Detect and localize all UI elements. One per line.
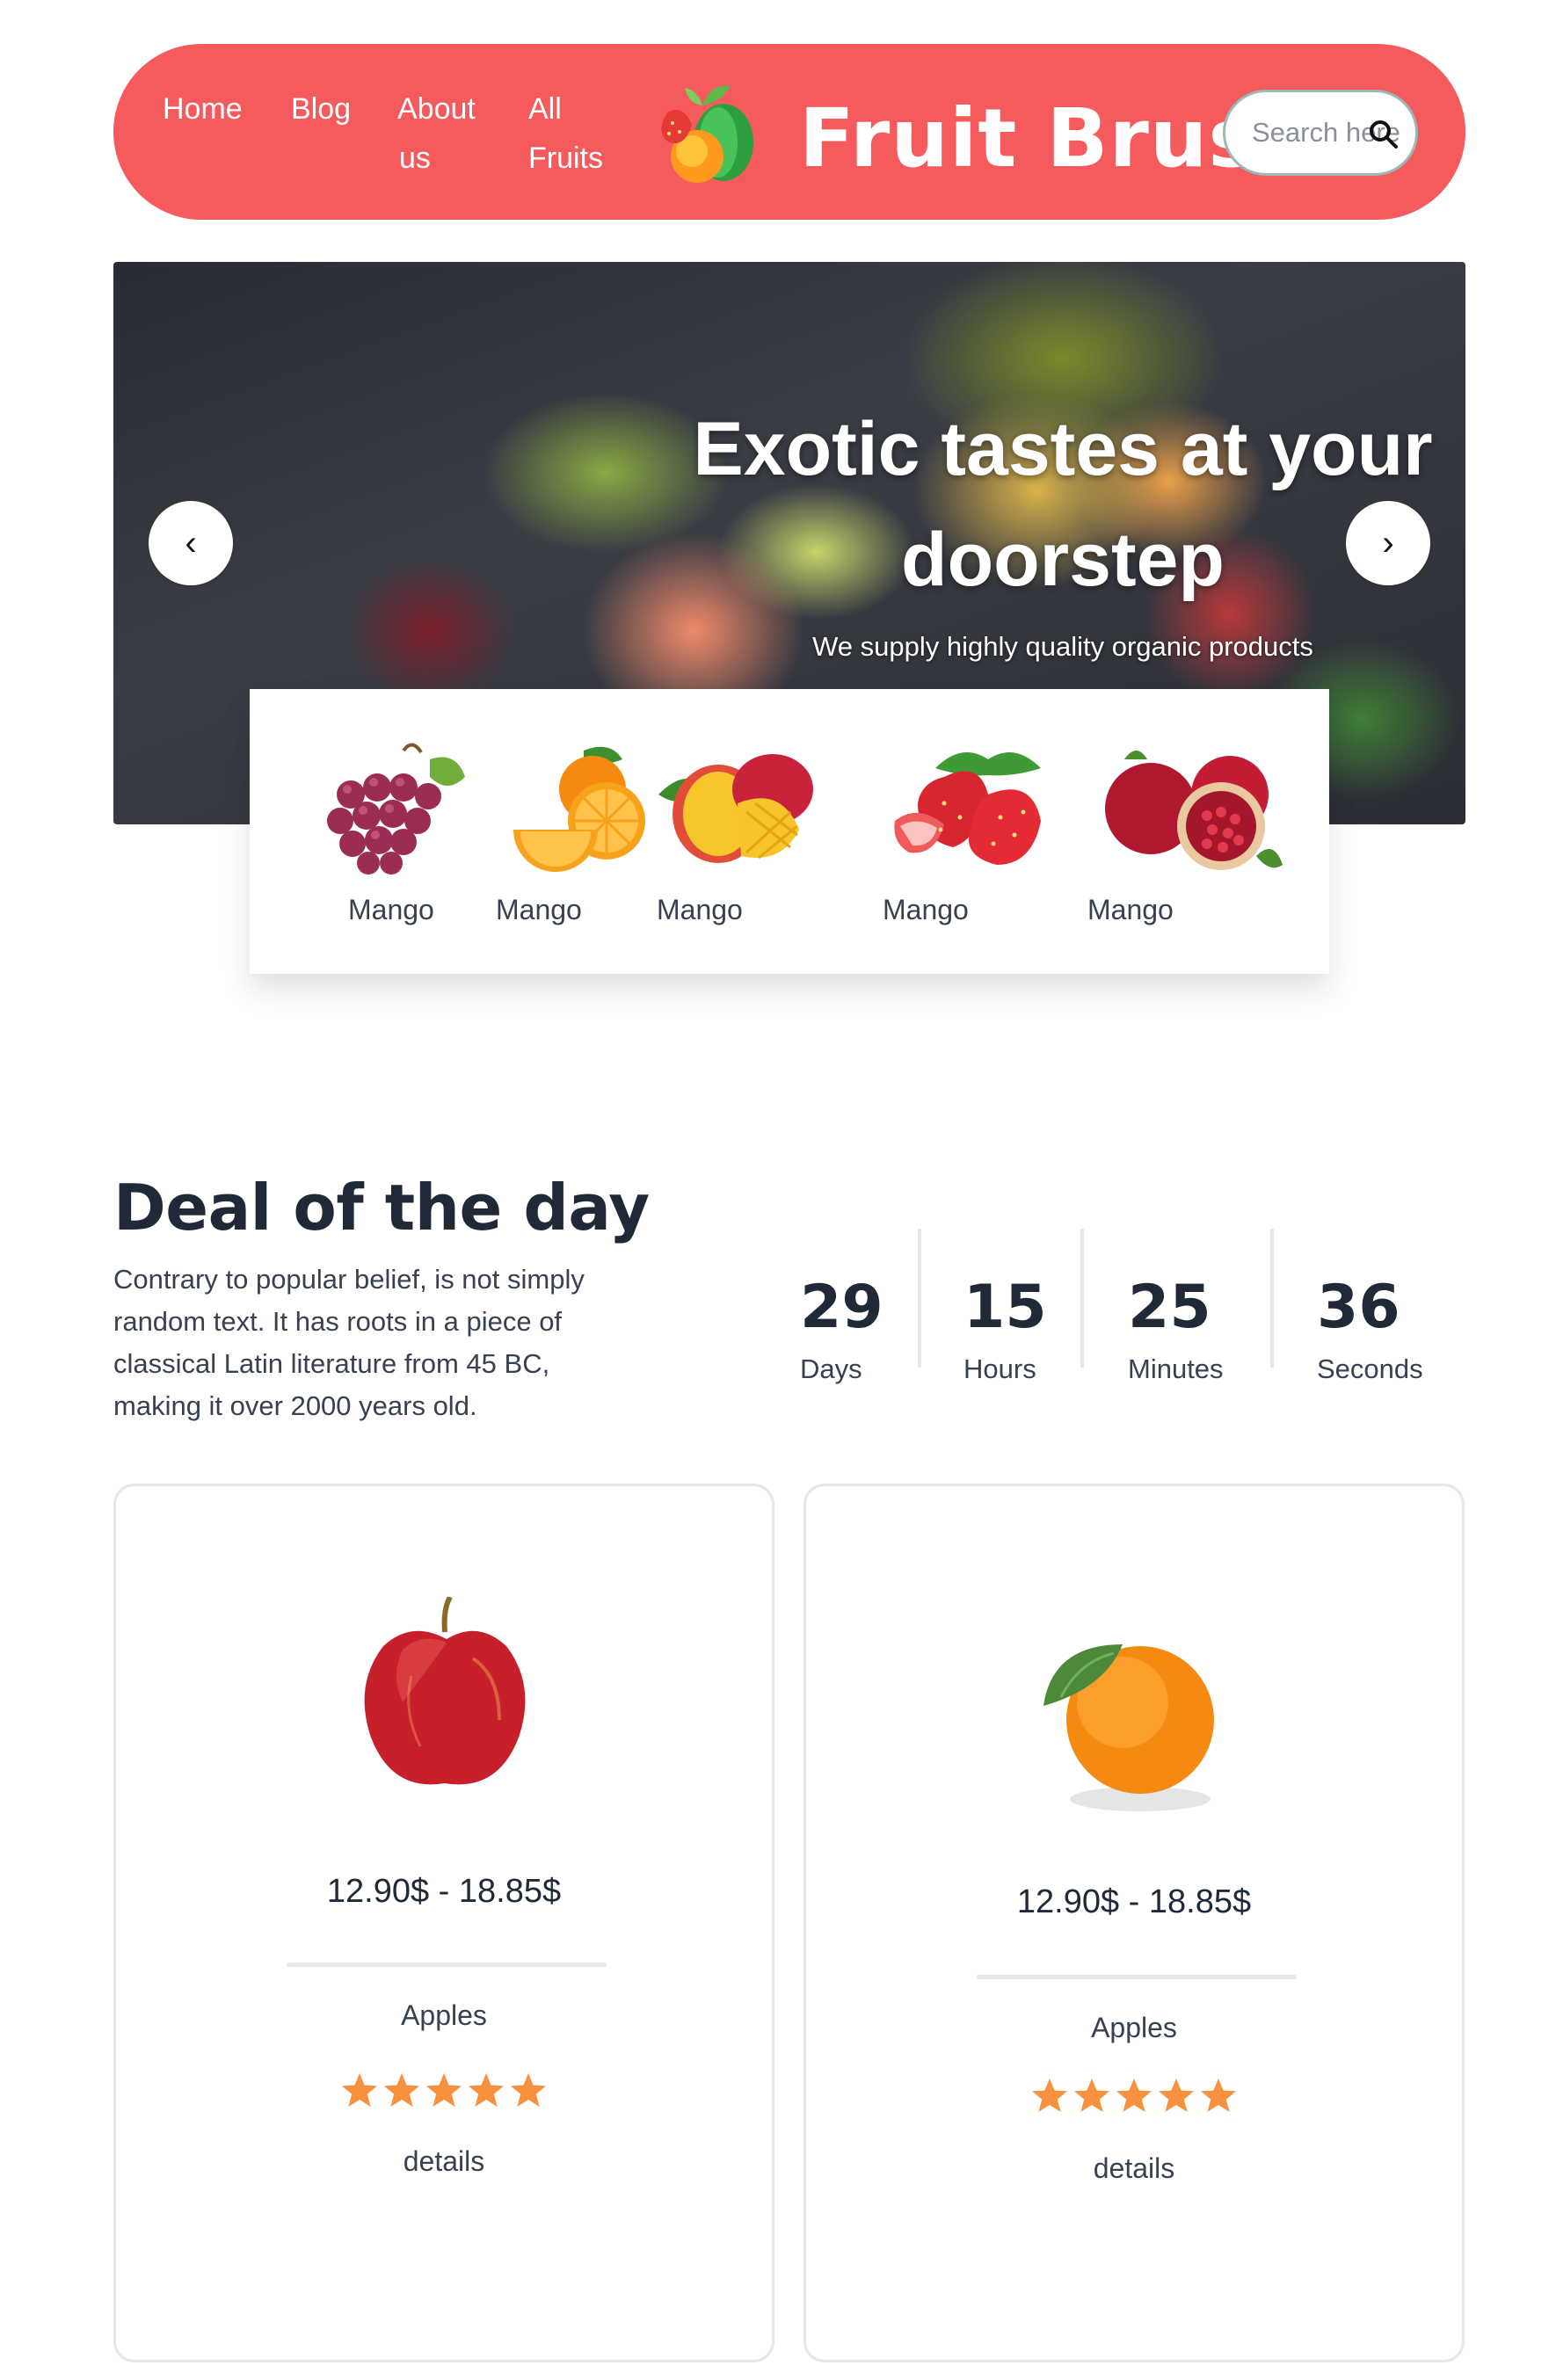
carousel-next-button[interactable]: ›	[1346, 501, 1430, 585]
fruit-logo-icon	[661, 85, 753, 183]
category-item[interactable]	[883, 733, 1058, 882]
deal-title: Deal of the day	[113, 1171, 650, 1244]
site-header: Home Blog About us All Fruits Fruit Brus…	[113, 44, 1465, 220]
category-label: Mango	[496, 894, 582, 925]
orange-icon	[1043, 1644, 1214, 1811]
hero-subtitle: We supply highly quality organic product…	[812, 631, 1313, 662]
nav-blog[interactable]: Blog	[291, 84, 351, 134]
countdown-unit: Seconds	[1317, 1353, 1423, 1384]
countdown-unit: Days	[800, 1353, 862, 1384]
price-divider	[287, 1963, 607, 1967]
hero-title-line2: doorstep	[901, 518, 1225, 602]
category-item[interactable]	[650, 733, 825, 882]
grapes-icon	[327, 743, 465, 874]
product-card[interactable]: 12.90$ - 18.85$ Apples details	[113, 1484, 774, 2362]
star-icon	[469, 2073, 504, 2107]
rating-stars	[116, 2072, 772, 2108]
brand-title: Fruit Brust	[799, 91, 1298, 185]
chevron-left-icon: ‹	[185, 523, 197, 562]
countdown-divider	[918, 1229, 921, 1368]
product-price: 12.90$ - 18.85$	[1016, 1883, 1252, 1920]
mango-icon	[658, 754, 813, 863]
countdown-unit: Hours	[963, 1353, 1036, 1384]
star-icon	[1116, 2079, 1152, 2112]
search-icon[interactable]	[1368, 119, 1400, 150]
countdown-value: 29	[800, 1273, 883, 1342]
star-icon	[1074, 2079, 1109, 2112]
countdown-divider	[1270, 1229, 1274, 1368]
product-name: Apples	[401, 1999, 487, 2031]
countdown-divider	[1080, 1229, 1084, 1368]
hero-title: Exotic tastes at your doorstep	[588, 394, 1465, 615]
search-box[interactable]	[1223, 90, 1418, 176]
category-label: Mango	[657, 894, 743, 925]
category-label: Mango	[1087, 894, 1174, 925]
star-icon	[384, 2073, 419, 2107]
rating-stars	[806, 2077, 1462, 2114]
countdown-value: 25	[1128, 1273, 1211, 1342]
nav-about-line1: About	[397, 92, 476, 126]
countdown-minutes: 25 Minutes	[1128, 1267, 1224, 1385]
hero-title-line1: Exotic tastes at your	[693, 407, 1433, 491]
product-price: 12.90$ - 18.85$	[326, 1873, 562, 1910]
chevron-right-icon: ›	[1382, 523, 1394, 562]
details-link[interactable]: details	[806, 2152, 1462, 2185]
carousel-prev-button[interactable]: ‹	[149, 501, 233, 585]
star-icon	[511, 2073, 546, 2107]
orange-icon	[513, 746, 645, 872]
countdown-days: 29 Days	[800, 1267, 883, 1385]
strawberry-icon	[894, 752, 1041, 865]
countdown-unit: Minutes	[1128, 1353, 1224, 1384]
product-name: Apples	[1091, 2012, 1177, 2043]
category-label: Mango	[348, 894, 434, 925]
pomegranate-icon	[1105, 751, 1283, 870]
countdown-value: 36	[1317, 1273, 1400, 1342]
category-label: Mango	[883, 894, 969, 925]
nav-all-fruits[interactable]: All Fruits	[528, 84, 603, 183]
price-divider	[977, 1975, 1297, 1979]
category-item[interactable]	[1098, 733, 1283, 882]
star-icon	[1159, 2079, 1194, 2112]
countdown-hours: 15 Hours	[963, 1267, 1047, 1385]
category-strip: Mango Mango Mango Mango Mango	[250, 689, 1329, 974]
category-item[interactable]	[298, 733, 474, 882]
product-card[interactable]: 12.90$ - 18.85$ Apples details	[803, 1484, 1465, 2362]
star-icon	[342, 2073, 377, 2107]
nav-about-line2: us	[399, 141, 431, 175]
countdown-seconds: 36 Seconds	[1317, 1267, 1423, 1385]
details-link[interactable]: details	[116, 2145, 772, 2178]
nav-home[interactable]: Home	[163, 84, 243, 134]
star-icon	[1201, 2079, 1236, 2112]
nav-all-line2: Fruits	[528, 141, 603, 175]
category-item[interactable]	[491, 733, 667, 882]
deal-description: Contrary to popular belief, is not simpl…	[113, 1264, 585, 1421]
countdown-value: 15	[963, 1273, 1047, 1342]
apple-icon	[364, 1597, 526, 1785]
nav-all-line1: All	[528, 92, 562, 126]
star-icon	[1032, 2079, 1067, 2112]
star-icon	[426, 2073, 462, 2107]
nav-about[interactable]: About us	[397, 84, 476, 183]
